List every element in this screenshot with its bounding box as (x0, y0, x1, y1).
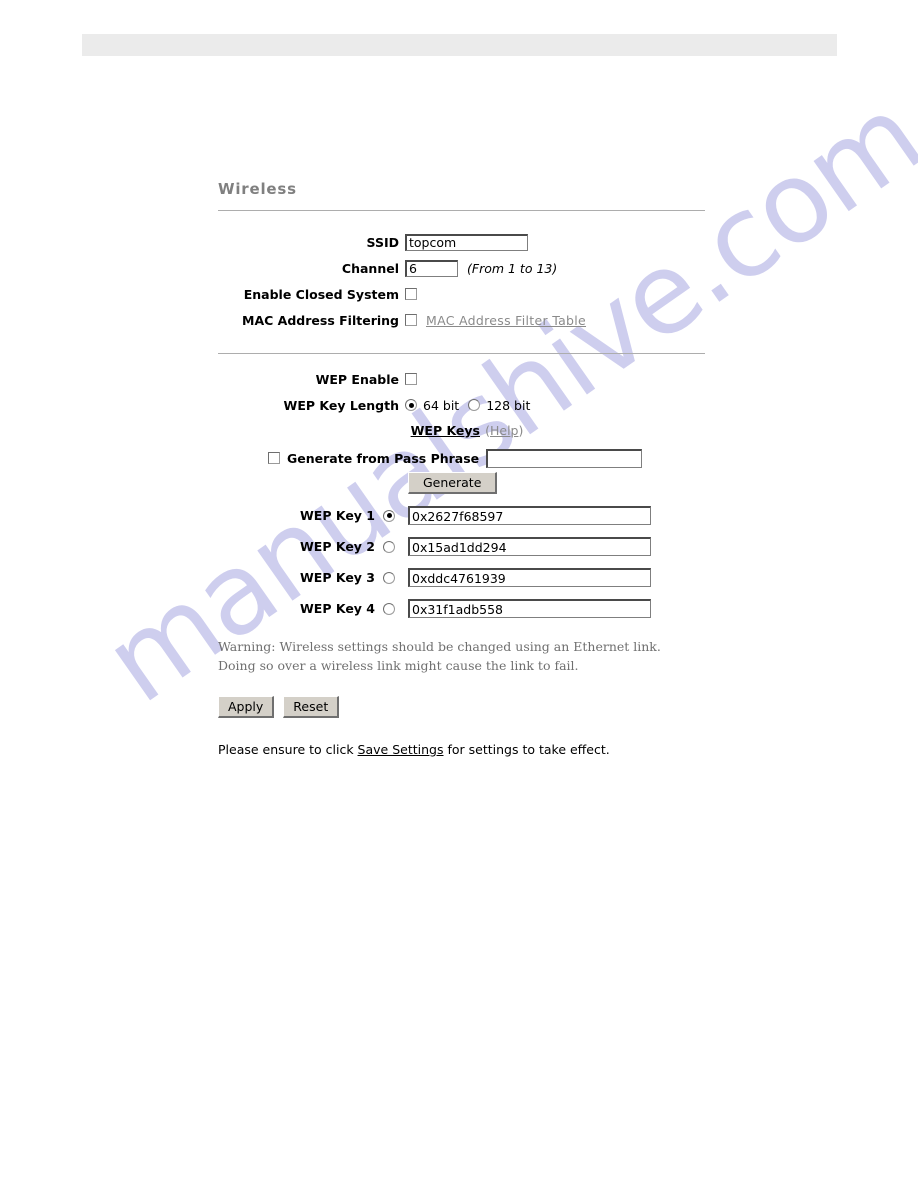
wep-key-4-row: WEP Key 4 (218, 593, 706, 624)
channel-row: Channel (From 1 to 13) (218, 255, 706, 281)
wep-enable-label: WEP Enable (315, 371, 399, 387)
page-title: Wireless (218, 180, 297, 198)
wep-key-3-label: WEP Key 3 (300, 570, 375, 585)
ssid-input[interactable] (405, 233, 528, 251)
wep-key-length-128bit-label: 128 bit (486, 397, 531, 413)
ssid-label: SSID (366, 234, 399, 250)
footnote-after: for settings to take effect. (443, 742, 610, 757)
wep-keys-help-link[interactable]: Help (490, 423, 519, 438)
page-header-band (82, 34, 837, 56)
mac-filtering-checkbox[interactable] (405, 314, 417, 326)
save-settings-note: Please ensure to click Save Settings for… (218, 742, 706, 757)
wep-key-length-row: WEP Key Length 64 bit 128 bit (218, 392, 706, 418)
closed-system-row: Enable Closed System (218, 281, 706, 307)
wireless-settings-form: Wireless SSID Channel (From 1 to 13) Ena… (218, 180, 706, 757)
warning-line-1: Warning: Wireless settings should be cha… (218, 639, 661, 654)
closed-system-checkbox[interactable] (405, 288, 417, 300)
wep-key-2-input[interactable] (408, 537, 651, 556)
closed-system-label: Enable Closed System (243, 286, 399, 302)
wep-key-1-input[interactable] (408, 506, 651, 525)
wep-key-1-row: WEP Key 1 (218, 500, 706, 531)
channel-hint: (From 1 to 13) (467, 260, 558, 276)
mac-address-filter-table-link[interactable]: MAC Address Filter Table (426, 313, 586, 328)
wep-keys-heading-row: WEP Keys (Help) (218, 420, 706, 444)
channel-input[interactable] (405, 259, 458, 277)
ssid-row: SSID (218, 229, 706, 255)
wep-key-4-label: WEP Key 4 (300, 601, 375, 616)
mac-filtering-row: MAC Address Filtering MAC Address Filter… (218, 307, 706, 333)
wep-key-length-64bit-label: 64 bit (423, 397, 460, 413)
form-actions: Apply Reset (218, 696, 706, 718)
wep-key-4-radio[interactable] (383, 602, 395, 615)
generate-button[interactable]: Generate (408, 472, 498, 494)
wep-key-4-input[interactable] (408, 599, 651, 618)
wep-key-2-radio[interactable] (383, 540, 395, 553)
save-settings-link[interactable]: Save Settings (358, 742, 444, 757)
wep-key-length-label: WEP Key Length (283, 397, 399, 413)
generate-button-row: Generate (218, 472, 706, 500)
wep-key-2-row: WEP Key 2 (218, 531, 706, 562)
reset-button[interactable]: Reset (283, 696, 340, 718)
wep-key-3-input[interactable] (408, 568, 651, 587)
wep-key-length-64bit-radio[interactable] (405, 399, 417, 411)
wep-key-1-radio[interactable] (383, 509, 395, 522)
wep-enable-row: WEP Enable (218, 366, 706, 392)
wep-key-3-row: WEP Key 3 (218, 562, 706, 593)
pass-phrase-checkbox[interactable] (268, 452, 280, 464)
wep-key-3-radio[interactable] (383, 571, 395, 584)
pass-phrase-label: Generate from Pass Phrase (287, 450, 480, 466)
wep-keys-heading: WEP Keys (410, 423, 480, 438)
channel-label: Channel (341, 260, 399, 276)
warning-line-2: Doing so over a wireless link might caus… (218, 658, 579, 673)
pass-phrase-row: Generate from Pass Phrase (218, 444, 706, 472)
wep-keys-help: (Help) (485, 423, 523, 438)
footnote-before: Please ensure to click (218, 742, 358, 757)
wep-key-length-128bit-radio[interactable] (468, 399, 481, 411)
pass-phrase-input[interactable] (486, 448, 643, 468)
help-paren-close: ) (518, 423, 524, 438)
warning-text: Warning: Wireless settings should be cha… (218, 637, 706, 675)
apply-button[interactable]: Apply (218, 696, 275, 718)
wep-enable-checkbox[interactable] (405, 373, 417, 385)
wep-key-2-label: WEP Key 2 (300, 539, 375, 554)
mac-filtering-label: MAC Address Filtering (242, 312, 399, 328)
wep-key-1-label: WEP Key 1 (300, 508, 375, 523)
